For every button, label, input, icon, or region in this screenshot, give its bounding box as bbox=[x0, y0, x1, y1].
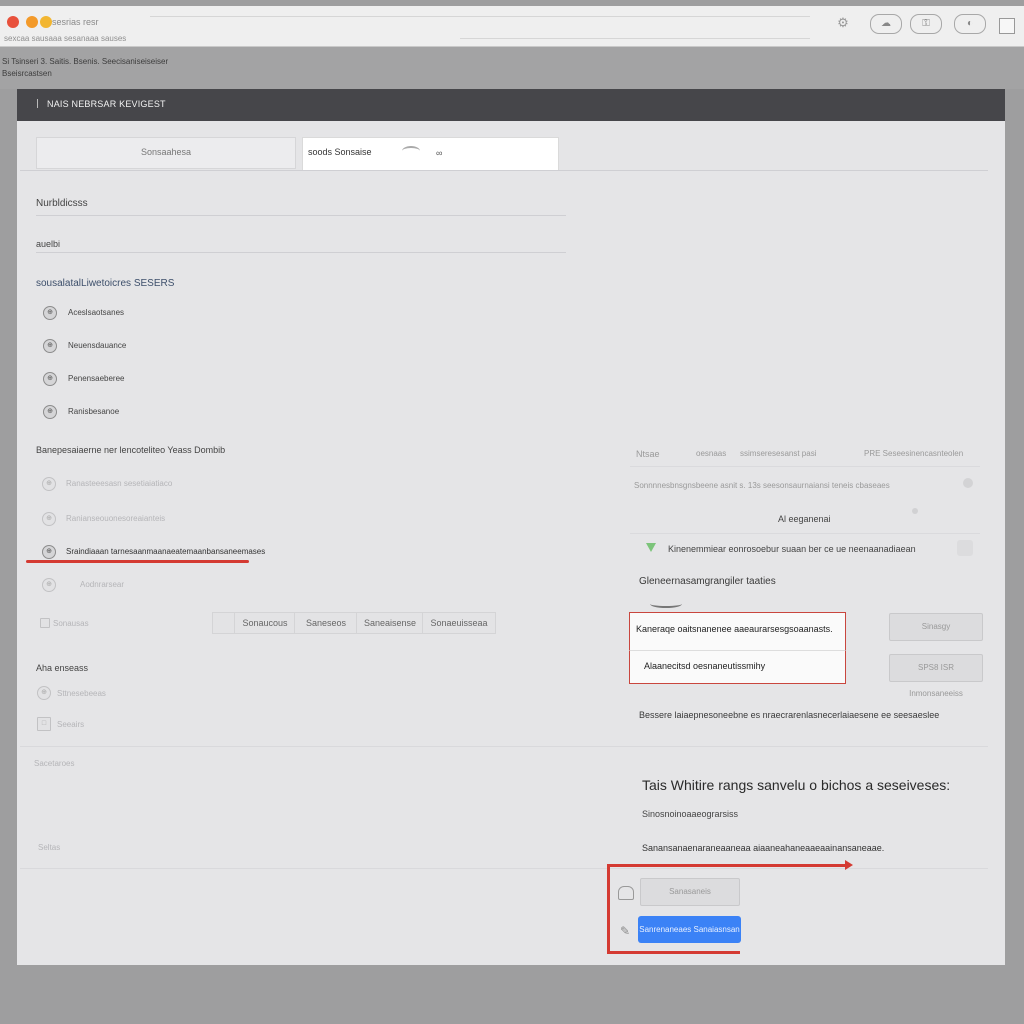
misc-item-label[interactable]: Seeairs bbox=[57, 720, 84, 729]
check-row-label[interactable]: Kinenemmiear eonrosoebur suaan ber ce ue… bbox=[668, 544, 916, 554]
misc-item-label[interactable]: Sttnesebeeas bbox=[57, 689, 106, 698]
row-action-icon[interactable] bbox=[963, 478, 973, 488]
bell-icon bbox=[618, 886, 634, 900]
list-item-icon: ⊕ bbox=[43, 405, 57, 419]
section-title: Nurbldicsss bbox=[36, 198, 88, 209]
list-item-icon: ⊕ bbox=[43, 372, 57, 386]
list-item-label[interactable]: Neuensdauance bbox=[68, 341, 126, 350]
page-subheader bbox=[0, 47, 1024, 89]
divider bbox=[20, 170, 988, 171]
segment-button[interactable]: Saneaisense bbox=[356, 612, 424, 634]
segment-button[interactable]: Sonaucous bbox=[234, 612, 296, 634]
field-label: auelbi bbox=[36, 239, 61, 249]
group-heading: Banepesaiaerne ner lencoteliteo Yeass Do… bbox=[36, 445, 226, 455]
alert-text: Kaneraqe oaitsnanenee aaeaurarsesgsoaana… bbox=[636, 624, 833, 634]
panel-title: NAIS NEBRSAR KEVIGEST bbox=[47, 99, 166, 109]
main-panel bbox=[17, 89, 1005, 965]
minimize-window-icon[interactable] bbox=[26, 16, 38, 28]
panel-menu-icon[interactable] bbox=[37, 99, 45, 108]
divider bbox=[20, 746, 988, 747]
primary-button[interactable]: Sanrenaneaes Sanaiasnsan bbox=[638, 916, 741, 943]
segment-button[interactable]: Saneseos bbox=[294, 612, 358, 634]
divider bbox=[20, 868, 988, 869]
highlight-frame-top bbox=[610, 864, 850, 867]
side-button[interactable]: SPS8 ISR Inmonsaneeiss bbox=[889, 654, 983, 698]
search-input-left[interactable]: Sonsaahesa bbox=[36, 137, 296, 169]
highlight-frame-bottom bbox=[607, 951, 740, 954]
maximize-window-icon[interactable] bbox=[40, 16, 52, 28]
dot-icon bbox=[912, 508, 918, 514]
check-icon bbox=[646, 543, 656, 552]
divider bbox=[630, 533, 980, 534]
subheader-line-1: Si Tsinseri 3. Saitis. Bsenis. Seecisani… bbox=[2, 57, 169, 66]
section-title: Gleneernasamgrangiler taaties bbox=[639, 576, 776, 587]
table-header: ssimseresesanst pasi bbox=[740, 449, 817, 458]
list-item-label[interactable]: Penensaeberee bbox=[68, 374, 125, 383]
misc-heading: Aha enseass bbox=[36, 663, 89, 673]
arrow-icon bbox=[845, 860, 853, 870]
subheader-line-2: Bseisrcastsen bbox=[2, 69, 52, 78]
close-window-icon[interactable] bbox=[7, 16, 19, 28]
secondary-button[interactable]: Sanasaneis bbox=[640, 878, 740, 906]
side-button[interactable]: Sinasgy bbox=[889, 613, 983, 641]
segment-label: Sonausas bbox=[53, 619, 89, 628]
align-label: Al eeganenai bbox=[778, 514, 831, 524]
group-item-icon: ⊕ bbox=[42, 512, 56, 526]
segment-button[interactable]: Sonaeuisseaa bbox=[422, 612, 496, 634]
footer-text: Sacetaroes bbox=[34, 759, 75, 768]
pencil-icon: ✎ bbox=[620, 924, 631, 938]
browser-tab-title[interactable]: sesrias resr bbox=[52, 17, 99, 27]
key-icon[interactable]: ⚿ bbox=[910, 14, 942, 34]
table-header: PRE Seseesinencasnteolen bbox=[864, 449, 964, 458]
tab-separator bbox=[150, 16, 810, 17]
group-item-label[interactable]: Ranasteeesasn sesetiaiatiaco bbox=[66, 479, 172, 488]
cursor-icon bbox=[402, 146, 420, 156]
settings-icon[interactable]: ⚙ bbox=[834, 14, 852, 32]
group-item-icon: ⊕ bbox=[42, 477, 56, 491]
list-item-label[interactable]: Ranisbesanoe bbox=[68, 407, 119, 416]
highlighted-item-label[interactable]: Sraindiaaan tarnesaanmaanaeatemaanbansan… bbox=[66, 547, 265, 556]
divider bbox=[630, 466, 980, 467]
misc-item-icon: □ bbox=[37, 717, 51, 731]
table-header: oesnaas bbox=[696, 449, 727, 458]
row-toggle-icon[interactable] bbox=[957, 540, 973, 556]
divider bbox=[36, 252, 566, 253]
arc-icon bbox=[650, 600, 682, 608]
ear-icon[interactable]: ◐ bbox=[954, 14, 986, 34]
instruction-text: Sanansanaenaraneaaneaa aiaaneahaneaaeaai… bbox=[642, 843, 885, 853]
list-heading: sousalatalLiwetoicres SESERS bbox=[36, 278, 175, 289]
link-icon[interactable]: ∞ bbox=[436, 148, 442, 158]
table-row[interactable]: Sonnnnesbnsgnsbeene asnit s. 13s seesons… bbox=[634, 481, 890, 490]
note-text: Bessere laiaepnesoneebne es nraecrarenla… bbox=[639, 710, 940, 720]
checkbox-icon[interactable] bbox=[40, 618, 50, 628]
list-item-label[interactable]: Aceslsaotsanes bbox=[68, 308, 124, 317]
group-item-label[interactable]: Aodnrarsear bbox=[80, 580, 124, 589]
main-heading: Tais Whitire rangs sanvelu o bichos a se… bbox=[642, 777, 951, 793]
divider bbox=[36, 215, 566, 216]
tab-separator bbox=[460, 38, 810, 39]
table-header: Ntsae bbox=[636, 449, 660, 459]
search-input-value: soods Sonsaise bbox=[308, 147, 372, 157]
sub-heading: Sinosnoinoaaeograrsiss bbox=[642, 809, 739, 819]
cloud-icon[interactable]: ☁ bbox=[870, 14, 902, 34]
group-item-icon: ⊕ bbox=[42, 545, 56, 559]
alert-text: Alaanecitsd oesnaneutissmihy bbox=[644, 661, 766, 671]
segment-spacer bbox=[212, 612, 236, 634]
list-item-icon: ⊕ bbox=[43, 339, 57, 353]
group-item-label[interactable]: Ranianseouonesoreaianteis bbox=[66, 514, 165, 523]
footer-text: Seltas bbox=[38, 843, 61, 852]
highlight-frame-left bbox=[607, 864, 610, 954]
highlight-underline bbox=[26, 560, 249, 563]
list-item-icon: ⊕ bbox=[43, 306, 57, 320]
group-item-icon: ⊕ bbox=[42, 578, 56, 592]
grid-icon[interactable] bbox=[999, 18, 1015, 34]
browser-url[interactable]: sexcaa sausaaa sesanaaa sauses bbox=[4, 34, 126, 43]
misc-item-icon: ⊕ bbox=[37, 686, 51, 700]
